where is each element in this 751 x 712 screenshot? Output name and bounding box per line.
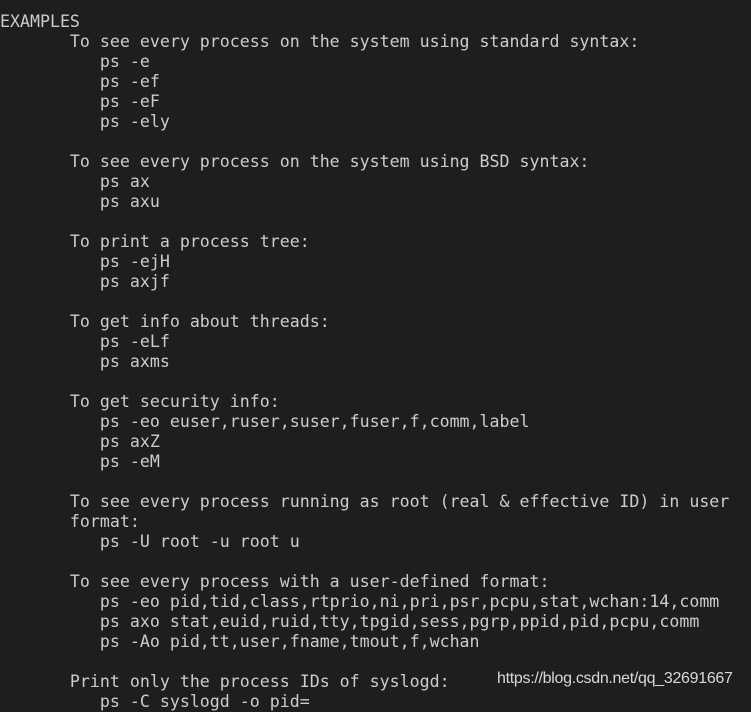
terminal-line: To get security info:	[0, 392, 280, 411]
terminal-line: To print a process tree:	[0, 232, 310, 251]
terminal-line: To see every process running as root (re…	[0, 492, 730, 511]
terminal-line: ps -e	[0, 52, 150, 71]
terminal-line: ps -eo euser,ruser,suser,fuser,f,comm,la…	[0, 412, 530, 431]
terminal-line: ps -eLf	[0, 332, 170, 351]
terminal-line: ps axu	[0, 192, 160, 211]
terminal-line: ps axms	[0, 352, 170, 371]
terminal-line: EXAMPLES	[0, 12, 80, 31]
terminal-line: ps axo stat,euid,ruid,tty,tpgid,sess,pgr…	[0, 612, 700, 631]
terminal-line: ps -Ao pid,tt,user,fname,tmout,f,wchan	[0, 632, 480, 651]
terminal-line: ps -ef	[0, 72, 160, 91]
terminal-line: To see every process on the system using…	[0, 32, 640, 51]
terminal-line: ps -eo pid,tid,class,rtprio,ni,pri,psr,p…	[0, 592, 720, 611]
terminal-line: ps -C syslogd -o pid=	[0, 692, 310, 711]
terminal-line: ps -ejH	[0, 252, 170, 271]
terminal-line: To get info about threads:	[0, 312, 330, 331]
terminal-line: ps -U root -u root u	[0, 532, 300, 551]
watermark: https://blog.csdn.net/qq_32691667	[497, 670, 733, 687]
terminal-line: ps -eM	[0, 452, 160, 471]
terminal-line: ps -ely	[0, 112, 170, 131]
terminal-line: To see every process on the system using…	[0, 152, 590, 171]
terminal-line: ps ax	[0, 172, 150, 191]
terminal-output: EXAMPLES To see every process on the sys…	[0, 12, 729, 712]
terminal-line: ps axjf	[0, 272, 170, 291]
terminal-line: To see every process with a user-defined…	[0, 572, 550, 591]
terminal-line: ps -eF	[0, 92, 160, 111]
terminal-line: ps axZ	[0, 432, 160, 451]
terminal-line: format:	[0, 512, 140, 531]
